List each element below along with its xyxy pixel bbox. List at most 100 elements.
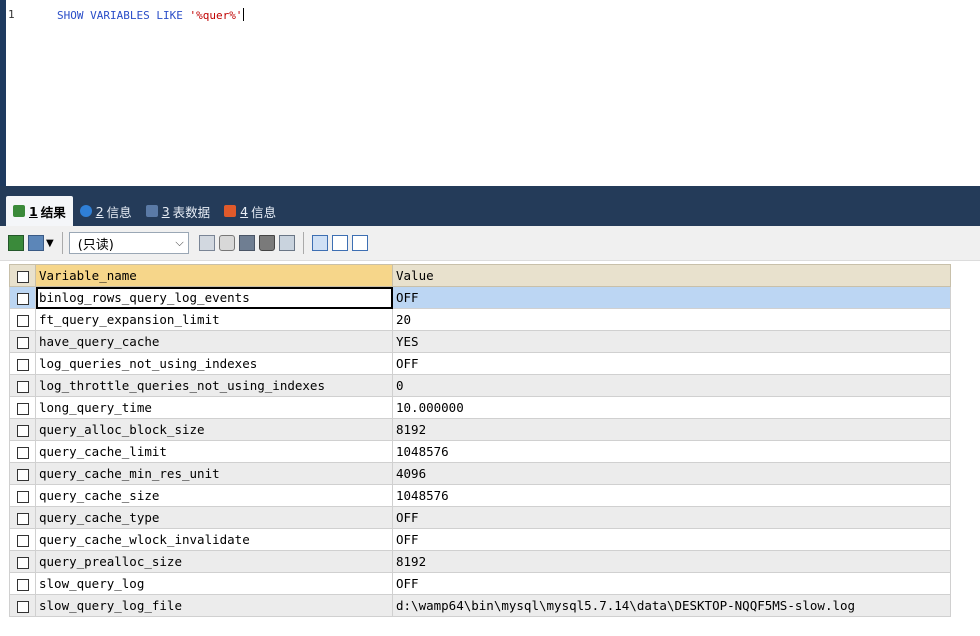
editor-gutter — [0, 0, 6, 186]
sql-text[interactable]: SHOW VARIABLES LIKE '%quer%' — [57, 8, 245, 22]
grid-icon — [13, 205, 25, 217]
table-row[interactable]: slow_query_log_file d:\wamp64\bin\mysql\m… — [9, 594, 951, 617]
row-checkbox[interactable] — [9, 418, 36, 441]
query-editor[interactable]: 1 SHOW VARIABLES LIKE '%quer%' — [0, 0, 980, 186]
cell-variable-name[interactable]: query_alloc_block_size — [35, 418, 393, 441]
cell-variable-name[interactable]: query_cache_min_res_unit — [35, 462, 393, 485]
cell-value[interactable]: OFF — [392, 572, 951, 595]
cell-variable-name[interactable]: binlog_rows_query_log_events — [35, 286, 393, 309]
export-grid-icon[interactable] — [8, 235, 24, 251]
row-checkbox[interactable] — [9, 528, 36, 551]
cell-variable-name[interactable]: query_cache_wlock_invalidate — [35, 528, 393, 551]
tab-label: 信息 — [251, 204, 277, 220]
table-row[interactable]: query_alloc_block_size 8192 — [9, 418, 951, 441]
cell-value[interactable]: YES — [392, 330, 951, 353]
sql-keyword-part: SHOW VARIABLES LIKE — [57, 9, 190, 22]
result-grid: Variable_name Value binlog_rows_query_lo… — [9, 264, 951, 617]
line-number: 1 — [8, 8, 15, 21]
row-checkbox[interactable] — [9, 352, 36, 375]
cell-variable-name[interactable]: query_prealloc_size — [35, 550, 393, 573]
tab-label: 表数据 — [172, 204, 211, 220]
cell-value[interactable]: OFF — [392, 286, 951, 309]
tab-number: 4 — [240, 203, 249, 219]
form-view-icon[interactable] — [331, 235, 348, 251]
cell-value[interactable]: 20 — [392, 308, 951, 331]
table-row[interactable]: query_prealloc_size 8192 — [9, 550, 951, 573]
cell-variable-name[interactable]: log_queries_not_using_indexes — [35, 352, 393, 375]
row-checkbox[interactable] — [9, 506, 36, 529]
table-row[interactable]: query_cache_type OFF — [9, 506, 951, 529]
cell-value[interactable]: OFF — [392, 506, 951, 529]
row-checkbox[interactable] — [9, 440, 36, 463]
row-checkbox[interactable] — [9, 594, 36, 617]
save-icon[interactable] — [238, 235, 255, 251]
table-row[interactable]: query_cache_wlock_invalidate OFF — [9, 528, 951, 551]
row-checkbox[interactable] — [9, 550, 36, 573]
cell-variable-name[interactable]: log_throttle_queries_not_using_indexes — [35, 374, 393, 397]
row-checkbox[interactable] — [9, 462, 36, 485]
cell-value[interactable]: 8192 — [392, 550, 951, 573]
cell-variable-name[interactable]: long_query_time — [35, 396, 393, 419]
row-checkbox[interactable] — [9, 286, 36, 309]
table-icon — [145, 205, 158, 217]
tab-2[interactable]: 2 信息 — [73, 196, 139, 226]
tab-number: 2 — [95, 203, 104, 219]
dropdown-arrow-icon[interactable]: ▼ — [46, 238, 54, 249]
row-checkbox[interactable] — [9, 396, 36, 419]
select-all-checkbox[interactable] — [9, 264, 36, 287]
tab-4[interactable]: 4 信息 — [217, 196, 283, 226]
column-header-value[interactable]: Value — [392, 264, 951, 287]
duplicate-row-icon[interactable] — [218, 235, 235, 251]
cell-variable-name[interactable]: have_query_cache — [35, 330, 393, 353]
toolbar-separator — [61, 232, 63, 254]
cancel-changes-icon[interactable] — [278, 235, 295, 251]
result-tab-bar: 1 结果 2 信息 3 表数据 4 信息 — [0, 186, 980, 226]
cell-variable-name[interactable]: slow_query_log — [35, 572, 393, 595]
text-view-icon[interactable] — [351, 235, 368, 251]
result-tabs: 1 结果 2 信息 3 表数据 4 信息 — [6, 196, 283, 226]
cell-value[interactable]: 0 — [392, 374, 951, 397]
insert-row-icon[interactable] — [198, 235, 215, 251]
table-row[interactable]: binlog_rows_query_log_events OFF — [9, 286, 951, 309]
table-row[interactable]: query_cache_limit 1048576 — [9, 440, 951, 463]
row-checkbox[interactable] — [9, 484, 36, 507]
result-toolbar: ▼ (只读) ⌵ — [0, 226, 980, 261]
cell-variable-name[interactable]: slow_query_log_file — [35, 594, 393, 617]
cell-value[interactable]: 1048576 — [392, 484, 951, 507]
chart-icon — [224, 205, 237, 217]
delete-icon[interactable] — [258, 235, 275, 251]
tab-3[interactable]: 3 表数据 — [139, 196, 217, 226]
table-row[interactable]: long_query_time 10.000000 — [9, 396, 951, 419]
cell-variable-name[interactable]: query_cache_size — [35, 484, 393, 507]
table-row[interactable]: query_cache_min_res_unit 4096 — [9, 462, 951, 485]
copy-rows-icon[interactable] — [28, 235, 44, 251]
cell-value[interactable]: OFF — [392, 352, 951, 375]
row-checkbox[interactable] — [9, 374, 36, 397]
cell-variable-name[interactable]: query_cache_limit — [35, 440, 393, 463]
grid-view-icon[interactable] — [311, 235, 328, 251]
toolbar-separator — [302, 232, 304, 254]
readonly-select[interactable]: (只读) ⌵ — [68, 232, 189, 254]
row-checkbox[interactable] — [9, 308, 36, 331]
cell-value[interactable]: 1048576 — [392, 440, 951, 463]
table-row[interactable]: have_query_cache YES — [9, 330, 951, 353]
cell-value[interactable]: OFF — [392, 528, 951, 551]
column-header-name[interactable]: Variable_name — [35, 264, 393, 287]
table-row[interactable]: log_throttle_queries_not_using_indexes 0 — [9, 374, 951, 397]
cell-variable-name[interactable]: query_cache_type — [35, 506, 393, 529]
table-row[interactable]: query_cache_size 1048576 — [9, 484, 951, 507]
cell-value[interactable]: 8192 — [392, 418, 951, 441]
cell-value[interactable]: 10.000000 — [392, 396, 951, 419]
row-checkbox[interactable] — [9, 330, 36, 353]
tab-1[interactable]: 1 结果 — [6, 196, 73, 226]
chevron-down-icon: ⌵ — [175, 236, 184, 249]
table-row[interactable]: ft_query_expansion_limit 20 — [9, 308, 951, 331]
tab-label: 结果 — [40, 204, 66, 220]
tab-number: 1 — [29, 203, 38, 219]
cell-value[interactable]: 4096 — [392, 462, 951, 485]
table-row[interactable]: slow_query_log OFF — [9, 572, 951, 595]
cell-variable-name[interactable]: ft_query_expansion_limit — [35, 308, 393, 331]
table-row[interactable]: log_queries_not_using_indexes OFF — [9, 352, 951, 375]
row-checkbox[interactable] — [9, 572, 36, 595]
cell-value[interactable]: d:\wamp64\bin\mysql\mysql5.7.14\data\DES… — [392, 594, 951, 617]
